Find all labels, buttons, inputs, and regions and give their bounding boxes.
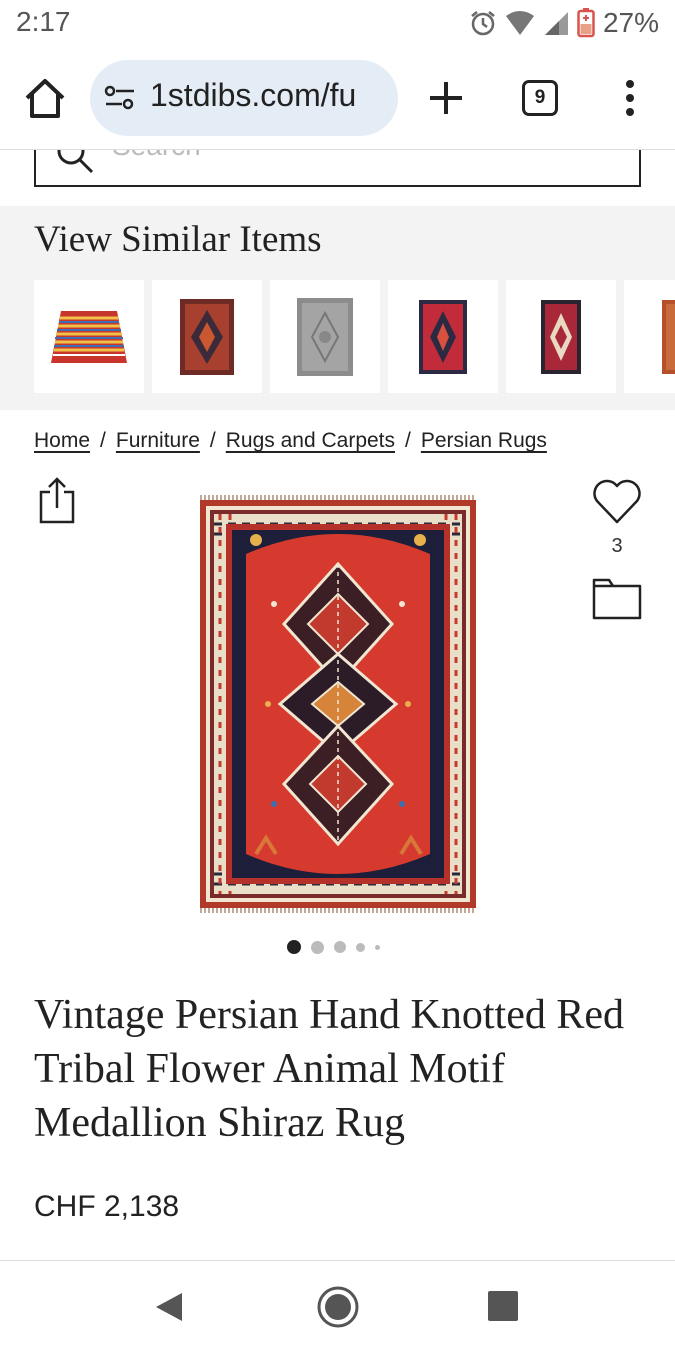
product-title: Vintage Persian Hand Knotted Red Tribal …: [34, 992, 625, 1146]
image-pagination[interactable]: [287, 940, 380, 954]
pagination-dot[interactable]: [311, 940, 324, 954]
alarm-icon: [471, 11, 495, 36]
home-icon[interactable]: [22, 76, 68, 122]
breadcrumb-persian-rugs[interactable]: Persian Rugs: [421, 429, 547, 452]
site-settings-icon[interactable]: [104, 84, 136, 112]
similar-item-thumb[interactable]: [34, 280, 144, 393]
save-to-folder-icon[interactable]: [592, 578, 642, 620]
tab-switcher-button[interactable]: 9: [522, 80, 558, 116]
similar-item-thumb[interactable]: [152, 280, 262, 393]
pagination-dot[interactable]: [356, 942, 365, 952]
home-nav-icon[interactable]: [316, 1285, 360, 1329]
status-icons: 27%: [469, 6, 659, 40]
favorite-heart-icon[interactable]: [592, 477, 642, 525]
view-similar-section: View Similar Items: [0, 206, 675, 410]
wifi-icon: [505, 11, 534, 35]
pagination-dot[interactable]: [375, 944, 380, 950]
status-bar: 2:17 27%: [0, 0, 675, 48]
red-medallion-rug-image: [419, 299, 467, 374]
product-price: CHF 2,138: [34, 1190, 180, 1223]
grey-vintage-rug-image: [297, 297, 353, 376]
similar-items-carousel[interactable]: [34, 280, 675, 393]
similar-item-thumb[interactable]: [506, 280, 616, 393]
breadcrumb-furniture[interactable]: Furniture: [116, 429, 200, 452]
new-tab-icon[interactable]: [426, 78, 466, 118]
browser-toolbar: 1stdibs.com/fu 9: [0, 48, 675, 150]
signal-icon: [544, 12, 568, 35]
pagination-dot[interactable]: [334, 941, 346, 953]
system-navigation-bar: [0, 1260, 675, 1350]
recent-apps-icon[interactable]: [488, 1291, 518, 1321]
rust-rug-partial-image: [662, 299, 675, 374]
battery-icon: [577, 8, 595, 38]
more-menu-icon[interactable]: [620, 78, 640, 118]
breadcrumb-separator: /: [405, 429, 411, 452]
similar-item-thumb[interactable]: [624, 280, 675, 393]
breadcrumb: Home / Furniture / Rugs and Carpets / Persian …: [34, 429, 547, 453]
red-medallion-rug-2-image: [541, 299, 581, 374]
url-text: 1stdibs.com/fu: [150, 77, 357, 113]
breadcrumb-rugs-and-carpets[interactable]: Rugs and Carpets: [226, 429, 395, 452]
breadcrumb-separator: /: [209, 429, 216, 452]
share-icon[interactable]: [38, 476, 76, 524]
favorite-count: 3: [611, 535, 623, 557]
dark-red-medallion-rug-image: [180, 298, 234, 375]
breadcrumb-home[interactable]: Home: [34, 429, 90, 452]
striped-gabbeh-rug-image: [51, 310, 127, 363]
product-image[interactable]: [196, 494, 480, 914]
battery-percent: 27%: [602, 7, 659, 38]
status-time: 2:17: [16, 6, 71, 37]
pagination-dot-active[interactable]: [287, 940, 301, 954]
back-icon[interactable]: [154, 1291, 184, 1323]
view-similar-title: View Similar Items: [34, 219, 322, 260]
similar-item-thumb[interactable]: [388, 280, 498, 393]
breadcrumb-separator: /: [100, 429, 106, 452]
similar-item-thumb[interactable]: [270, 280, 380, 393]
address-bar[interactable]: 1stdibs.com/fu: [90, 60, 398, 136]
